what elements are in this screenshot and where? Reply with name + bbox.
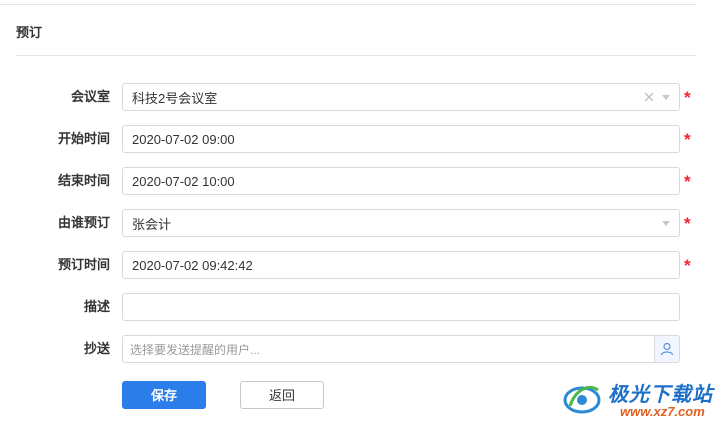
start-row: 开始时间 2020-07-02 09:00 * xyxy=(0,125,722,153)
end-time-input[interactable]: 2020-07-02 10:00 xyxy=(122,167,680,195)
description-label: 描述 xyxy=(83,299,110,314)
required-mark: * xyxy=(684,256,691,275)
clear-x-icon[interactable] xyxy=(641,89,657,105)
required-mark: * xyxy=(684,172,691,191)
required-mark: * xyxy=(684,88,691,107)
chevron-down-icon[interactable] xyxy=(659,90,673,104)
booked-at-value: 2020-07-02 09:42:42 xyxy=(132,257,253,273)
cc-placeholder: 选择要发送提醒的用户... xyxy=(130,342,261,357)
user-icon[interactable] xyxy=(654,336,679,362)
cc-row: 抄送 选择要发送提醒的用户... xyxy=(0,335,722,363)
room-value: 科技2号会议室 xyxy=(132,90,218,106)
panel-title: 预订 xyxy=(16,25,43,40)
start-value: 2020-07-02 09:00 xyxy=(132,131,235,147)
watermark-logo-icon xyxy=(563,385,601,414)
cc-input[interactable]: 选择要发送提醒的用户... xyxy=(122,335,680,363)
top-divider xyxy=(0,4,696,5)
back-button[interactable]: 返回 xyxy=(240,381,324,409)
booker-select[interactable]: 张会计 xyxy=(122,209,680,237)
chevron-down-icon[interactable] xyxy=(659,216,673,230)
required-mark: * xyxy=(684,214,691,233)
watermark-brand: 极光下载站 xyxy=(608,384,713,406)
booked-at-row: 预订时间 2020-07-02 09:42:42 * xyxy=(0,251,722,279)
end-label: 结束时间 xyxy=(57,173,110,188)
cc-label: 抄送 xyxy=(83,341,110,356)
booked-at-label: 预订时间 xyxy=(57,257,110,272)
booked-at-input[interactable]: 2020-07-02 09:42:42 xyxy=(122,251,680,279)
description-input[interactable] xyxy=(122,293,680,321)
room-row: 会议室 科技2号会议室 * xyxy=(0,83,722,111)
start-label: 开始时间 xyxy=(57,131,110,146)
room-select[interactable]: 科技2号会议室 xyxy=(122,83,680,111)
watermark: 极光下载站 www.xz7.com xyxy=(546,374,716,426)
end-row: 结束时间 2020-07-02 10:00 * xyxy=(0,167,722,195)
title-divider xyxy=(16,55,696,56)
description-row: 描述 xyxy=(0,293,722,321)
booker-row: 由谁预订 张会计 * xyxy=(0,209,722,237)
save-button[interactable]: 保存 xyxy=(122,381,206,409)
start-time-input[interactable]: 2020-07-02 09:00 xyxy=(122,125,680,153)
required-mark: * xyxy=(684,130,691,149)
booker-label: 由谁预订 xyxy=(57,215,110,230)
end-value: 2020-07-02 10:00 xyxy=(132,173,235,189)
room-label: 会议室 xyxy=(70,89,110,104)
watermark-url: www.xz7.com xyxy=(620,404,705,419)
booker-value: 张会计 xyxy=(132,216,172,232)
